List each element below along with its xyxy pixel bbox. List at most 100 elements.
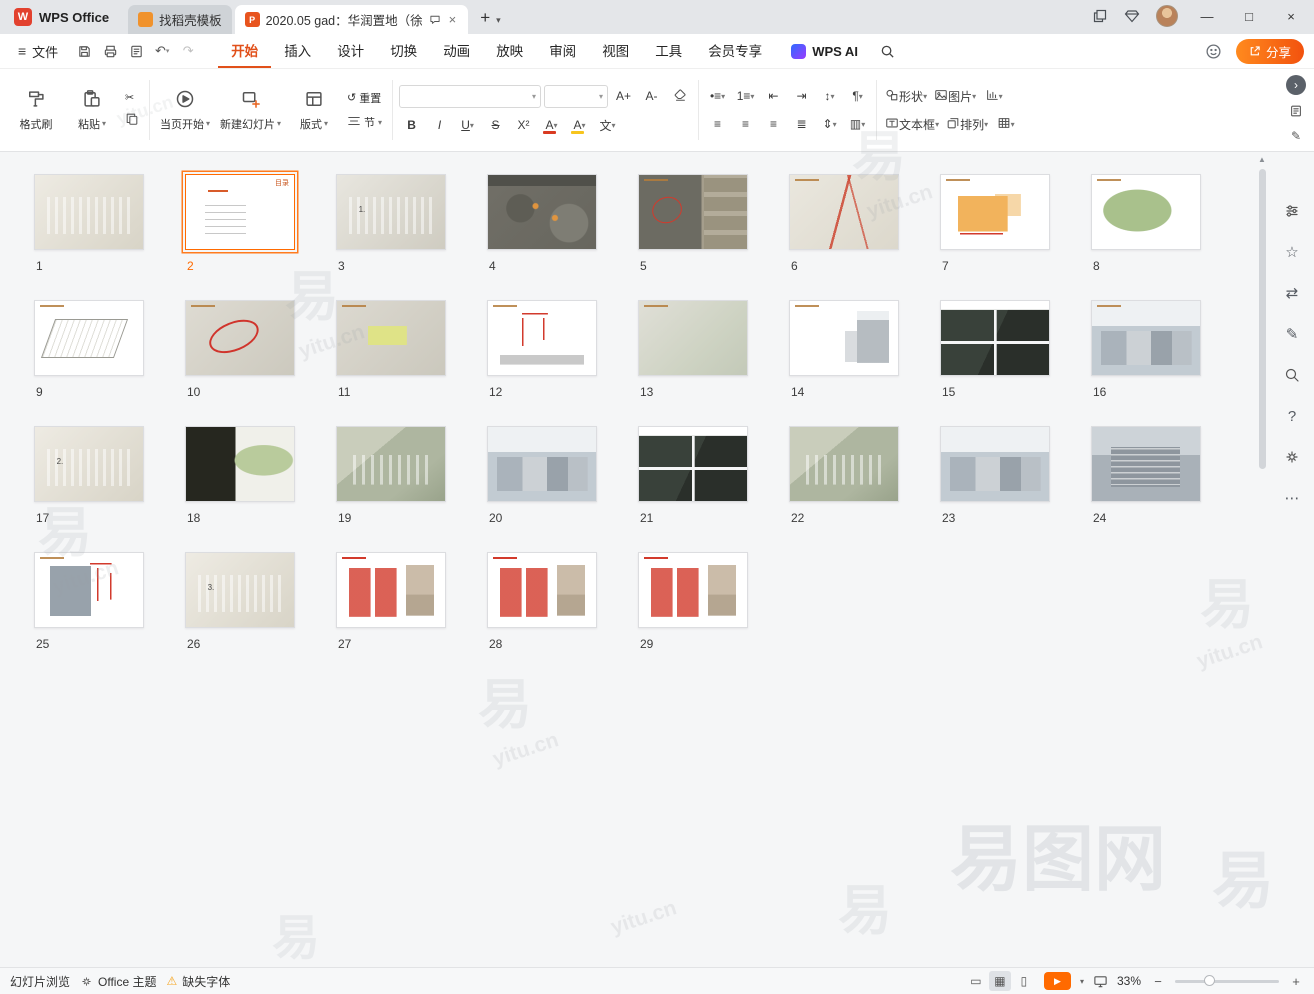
slide-thumbnail-5[interactable] — [638, 174, 748, 250]
slide-thumbnail-28[interactable] — [487, 552, 597, 628]
phonetic-guide-button[interactable]: 文▾ — [595, 115, 620, 136]
section-button[interactable]: 节▾ — [343, 113, 386, 132]
slide-thumbnail-23[interactable] — [940, 426, 1050, 502]
settings-icon[interactable] — [1281, 446, 1303, 468]
align-right-button[interactable]: ≡ — [761, 114, 786, 135]
slide-thumbnail-16[interactable] — [1091, 300, 1201, 376]
dropdown-caret-icon[interactable]: ▾ — [206, 119, 210, 128]
slide-sorter-view-button[interactable]: ▦ — [989, 971, 1011, 991]
new-slide-button[interactable]: 新建幻灯片▾ — [216, 74, 285, 146]
avatar[interactable] — [1156, 5, 1178, 27]
help-icon[interactable]: ? — [1281, 405, 1303, 427]
text-direction-button[interactable]: ↕▾ — [817, 86, 842, 107]
collapse-ribbon-button[interactable]: › — [1286, 75, 1306, 95]
office-theme-button[interactable]: Office 主题 — [80, 973, 156, 990]
dropdown-caret-icon[interactable]: ▾ — [378, 118, 382, 127]
dropdown-caret-icon[interactable]: ▾ — [1011, 120, 1015, 129]
font-family-select[interactable]: ▾ — [399, 85, 541, 108]
properties-panel-icon[interactable] — [1281, 200, 1303, 222]
dropdown-caret-icon[interactable]: ▾ — [532, 92, 536, 101]
close-button[interactable]: × — [1278, 9, 1304, 24]
slide-thumbnail-14[interactable] — [789, 300, 899, 376]
dropdown-caret-icon[interactable]: ▾ — [984, 120, 988, 129]
strikethrough-button[interactable]: S — [483, 115, 508, 136]
comment-bubble-icon[interactable] — [429, 14, 441, 26]
slide-sorter-canvas[interactable]: 1目录21.3456789101112131415162.17181920212… — [0, 152, 1254, 967]
dropdown-caret-icon[interactable]: ▾ — [470, 121, 474, 130]
zoom-slider[interactable] — [1175, 980, 1279, 983]
minimize-button[interactable]: — — [1194, 9, 1220, 24]
paragraph-mark-button[interactable]: ¶▾ — [845, 86, 870, 107]
slide-thumbnail-29[interactable] — [638, 552, 748, 628]
search-icon[interactable] — [880, 44, 895, 59]
reset-slide-button[interactable]: ↺重置 — [343, 89, 386, 107]
slide-thumbnail-19[interactable] — [336, 426, 446, 502]
text-box-button[interactable]: 文本框▾ — [883, 114, 941, 135]
dropdown-caret-icon[interactable]: ▾ — [750, 92, 754, 101]
dropdown-caret-icon[interactable]: ▾ — [935, 120, 939, 129]
menu-tab-动画[interactable]: 动画 — [430, 34, 483, 68]
dropdown-caret-icon[interactable]: ▾ — [277, 119, 281, 128]
dropdown-caret-icon[interactable]: ▾ — [833, 120, 837, 129]
arrange-button[interactable]: 排列▾ — [944, 114, 990, 135]
print-preview-button[interactable] — [124, 39, 148, 63]
menu-tab-开始[interactable]: 开始 — [218, 34, 271, 68]
menu-tab-审阅[interactable]: 审阅 — [536, 34, 589, 68]
decrease-indent-button[interactable]: ⇤ — [761, 86, 786, 107]
document-tab[interactable]: P2020.05 gad：华润置地（徐× — [235, 5, 469, 34]
menu-tab-视图[interactable]: 视图 — [589, 34, 642, 68]
file-menu-button[interactable]: ≡ 文件 — [10, 42, 66, 61]
slide-thumbnail-21[interactable] — [638, 426, 748, 502]
dropdown-caret-icon[interactable]: ▾ — [324, 119, 328, 128]
slide-thumbnail-18[interactable] — [185, 426, 295, 502]
superscript-button[interactable]: X² — [511, 115, 536, 136]
windows-stack-icon[interactable] — [1092, 8, 1108, 24]
slide-thumbnail-17[interactable]: 2. — [34, 426, 144, 502]
print-button[interactable] — [98, 39, 122, 63]
find-icon[interactable] — [1281, 364, 1303, 386]
document-tab[interactable]: 找稻壳模板 — [128, 5, 232, 34]
italic-button[interactable]: I — [427, 115, 452, 136]
service-icon[interactable] — [1205, 43, 1222, 60]
convert-icon[interactable]: ⇄ — [1281, 282, 1303, 304]
favorites-icon[interactable]: ☆ — [1281, 241, 1303, 263]
slide-thumbnail-24[interactable] — [1091, 426, 1201, 502]
font-color-button[interactable]: A▾ — [539, 115, 564, 136]
wps-ai-button[interactable]: WPS AI — [791, 44, 858, 59]
annotate-icon[interactable]: ✎ — [1281, 323, 1303, 345]
task-pane-button[interactable] — [1286, 102, 1306, 120]
fit-screen-icon[interactable] — [1093, 974, 1108, 989]
dropdown-caret-icon[interactable]: ▾ — [612, 121, 616, 130]
justify-button[interactable]: ≣ — [789, 114, 814, 135]
scroll-up-icon[interactable]: ▲ — [1258, 155, 1266, 164]
slide-thumbnail-11[interactable] — [336, 300, 446, 376]
paste-button[interactable]: 粘贴▾ — [65, 74, 119, 146]
slide-thumbnail-22[interactable] — [789, 426, 899, 502]
normal-view-button[interactable]: ▭ — [965, 971, 987, 991]
slide-thumbnail-2[interactable]: 目录 — [185, 174, 295, 250]
insert-picture-button[interactable]: 图片▾ — [932, 86, 978, 107]
slide-layout-button[interactable]: 版式▾ — [287, 74, 341, 146]
slide-thumbnail-8[interactable] — [1091, 174, 1201, 250]
copy-button[interactable] — [121, 111, 143, 130]
zoom-out-button[interactable]: − — [1150, 974, 1166, 989]
zoom-level[interactable]: 33% — [1117, 974, 1141, 988]
numbering-button[interactable]: 1≡▾ — [733, 86, 758, 107]
slide-thumbnail-27[interactable] — [336, 552, 446, 628]
increase-indent-button[interactable]: ⇥ — [789, 86, 814, 107]
slide-thumbnail-9[interactable] — [34, 300, 144, 376]
play-from-current-button[interactable]: 当页开始▾ — [156, 74, 214, 146]
slide-thumbnail-25[interactable] — [34, 552, 144, 628]
more-icon[interactable]: ⋯ — [1281, 487, 1303, 509]
slide-thumbnail-10[interactable] — [185, 300, 295, 376]
dropdown-caret-icon[interactable]: ▾ — [923, 92, 927, 101]
vertical-scrollbar[interactable]: ▲ — [1254, 152, 1270, 967]
cut-button[interactable]: ✂ — [121, 90, 143, 105]
maximize-button[interactable]: □ — [1236, 9, 1262, 24]
slide-thumbnail-13[interactable] — [638, 300, 748, 376]
increase-font-size-button[interactable]: A+ — [611, 86, 636, 107]
undo-button[interactable]: ↶▾ — [150, 39, 174, 63]
menu-tab-设计[interactable]: 设计 — [324, 34, 377, 68]
menu-tab-插入[interactable]: 插入 — [271, 34, 324, 68]
menu-tab-会员专享[interactable]: 会员专享 — [695, 34, 775, 68]
